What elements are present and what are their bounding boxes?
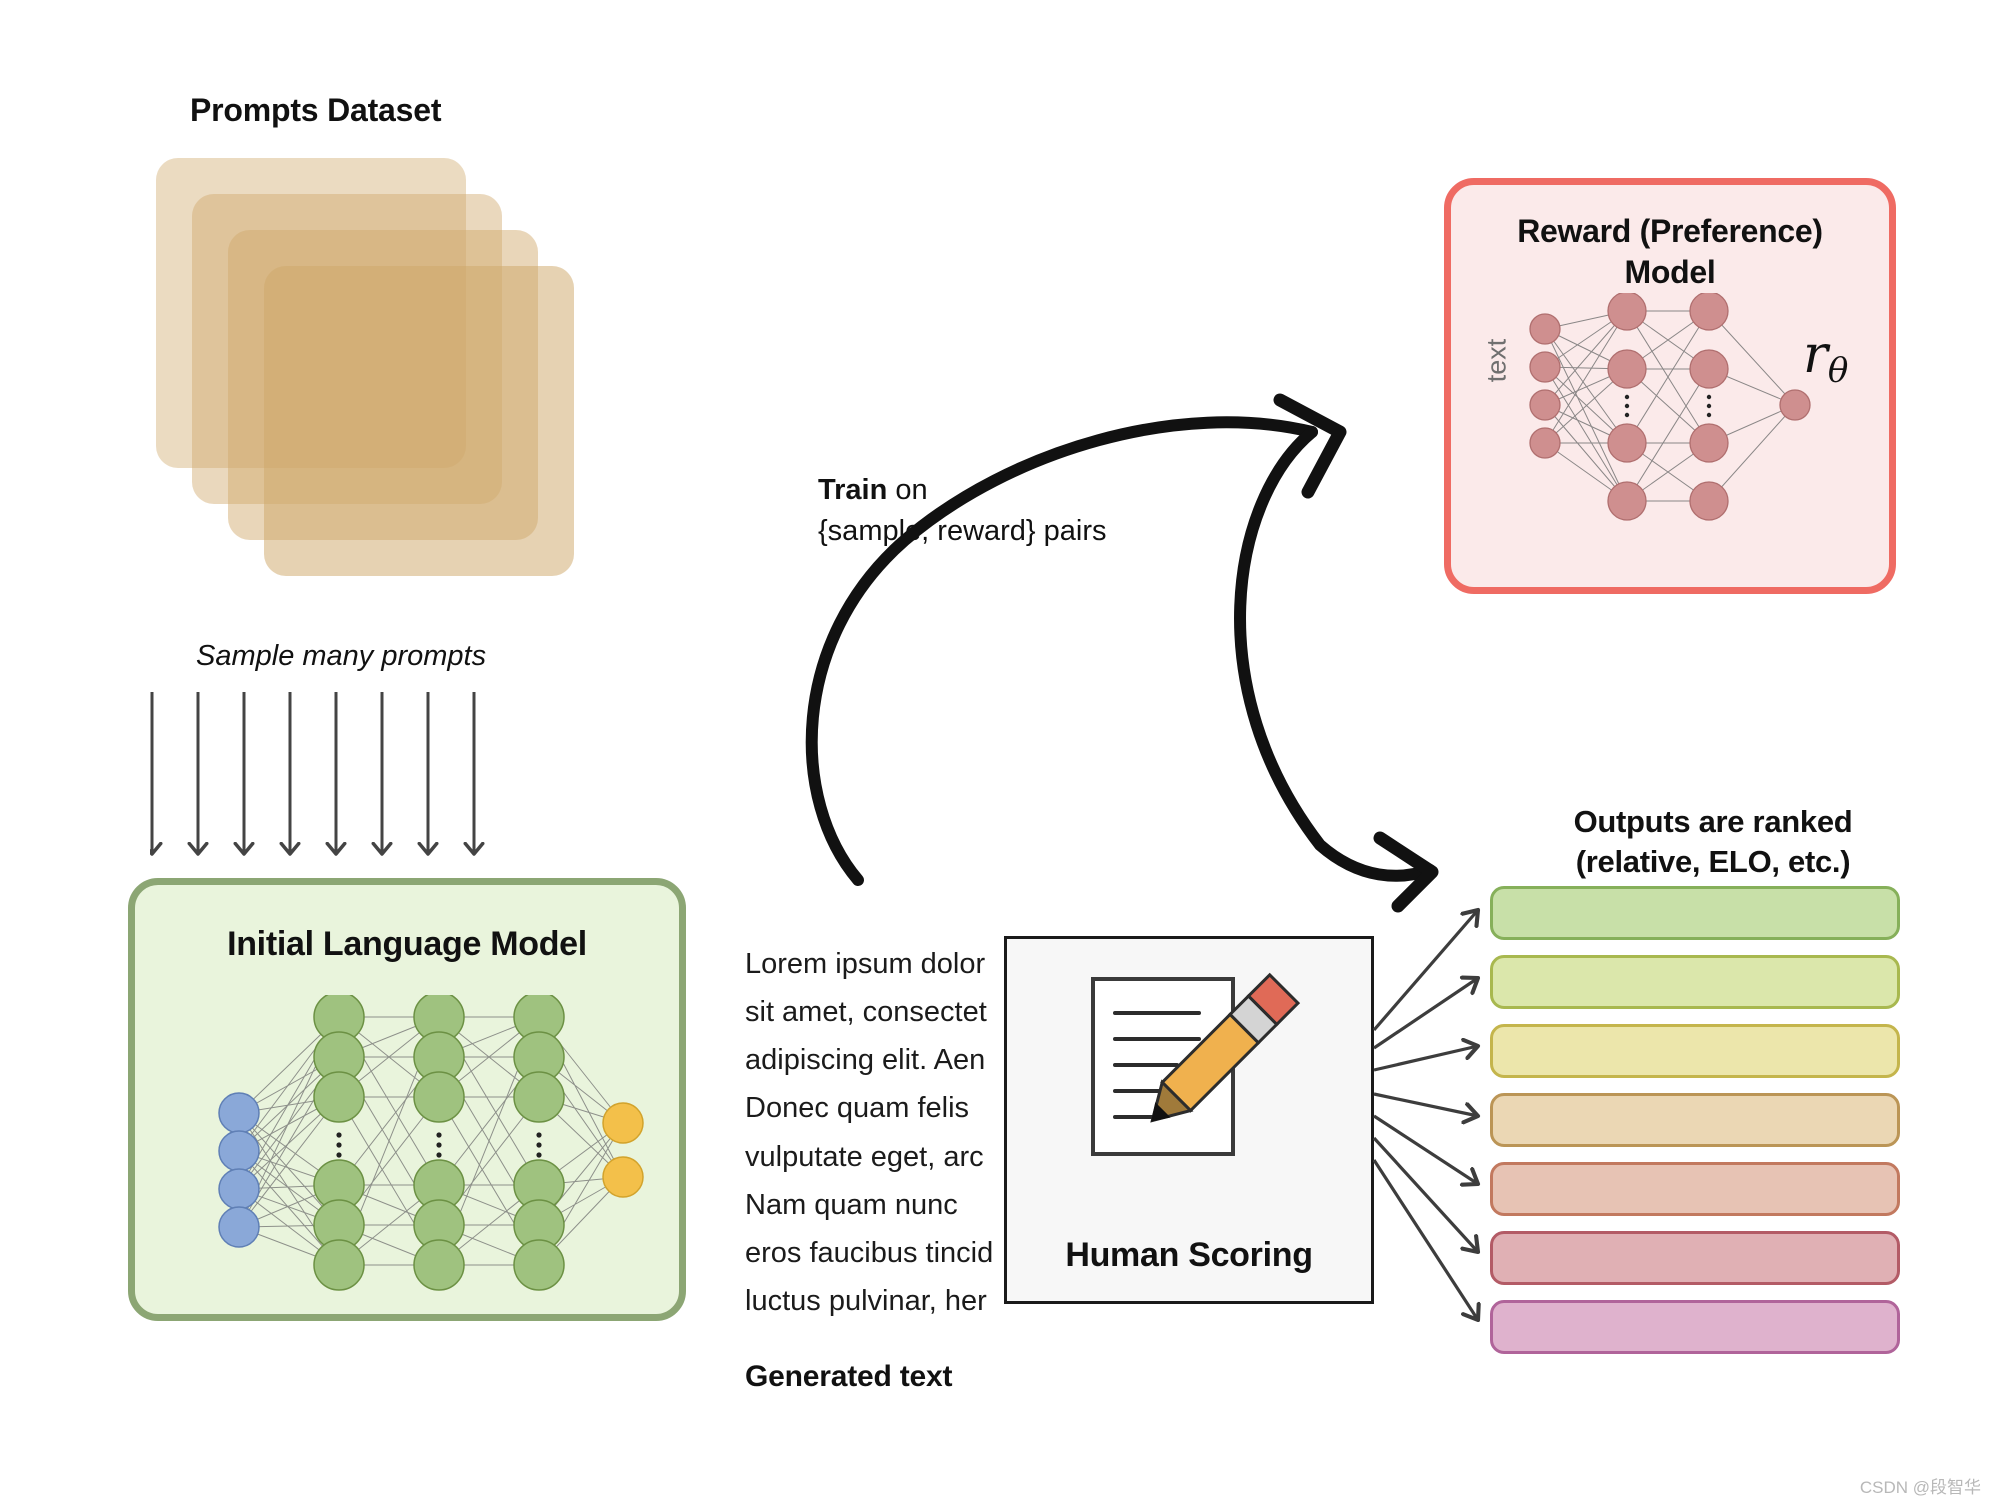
reward-hidden-node bbox=[1689, 293, 1729, 331]
hidden-layer-ellipsis bbox=[536, 1132, 542, 1138]
input-node bbox=[218, 1130, 260, 1172]
ranked-output-bar[interactable] bbox=[1490, 1024, 1900, 1078]
generated-text-label: Generated text bbox=[745, 1360, 953, 1393]
generated-text-line: Nam quam nunc bbox=[745, 1188, 958, 1221]
ranking-arrow bbox=[1372, 1136, 1478, 1252]
reward-input-node bbox=[1529, 427, 1561, 459]
reward-hidden-node bbox=[1607, 349, 1647, 389]
reward-hidden-node bbox=[1689, 349, 1729, 389]
reward-model-title-line1: Reward (Preference) bbox=[1517, 213, 1823, 249]
reward-symbol-r: r bbox=[1803, 325, 1828, 385]
reward-output-symbol: rθ bbox=[1803, 325, 1848, 391]
ranked-outputs-list bbox=[1490, 886, 1900, 1369]
hidden-node bbox=[313, 1239, 365, 1291]
hidden-layer-ellipsis bbox=[536, 1142, 542, 1148]
ranked-outputs-title-line2: (relative, ELO, etc.) bbox=[1575, 844, 1851, 880]
input-node bbox=[218, 1092, 260, 1134]
hidden-node bbox=[513, 1239, 565, 1291]
initial-language-model-box: Initial Language Model bbox=[128, 878, 686, 1321]
generated-text-line: adipiscing elit. Aen bbox=[745, 1044, 986, 1077]
hidden-layer-ellipsis bbox=[336, 1152, 342, 1158]
hidden-node bbox=[313, 1071, 365, 1123]
generated-text-line: luctus pulvinar, her bbox=[745, 1284, 987, 1317]
reward-model-title: Reward (Preference) Model bbox=[1451, 211, 1889, 293]
human-scoring-label: Human Scoring bbox=[1065, 1236, 1313, 1274]
ranking-arrow bbox=[1373, 1092, 1478, 1116]
reward-output-node bbox=[1779, 389, 1811, 421]
reward-model-network-icon bbox=[1529, 293, 1811, 521]
prompts-card-stack bbox=[140, 150, 620, 610]
output-node bbox=[602, 1156, 644, 1198]
reward-symbol-theta: θ bbox=[1827, 350, 1849, 391]
ranked-output-bar[interactable] bbox=[1490, 1162, 1900, 1216]
ranked-output-bar[interactable] bbox=[1490, 1093, 1900, 1147]
human-scoring-panel: Human Scoring bbox=[1004, 936, 1374, 1304]
hidden-layer-ellipsis bbox=[436, 1142, 442, 1148]
train-label-line1: Train on bbox=[818, 470, 1107, 511]
ranked-output-bar[interactable] bbox=[1490, 1231, 1900, 1285]
train-keyword: Train bbox=[818, 474, 888, 506]
input-node bbox=[218, 1168, 260, 1210]
hidden-layer-ellipsis bbox=[336, 1132, 342, 1138]
hidden-node bbox=[413, 1239, 465, 1291]
generated-text-line: Lorem ipsum dolor bbox=[745, 948, 986, 980]
reward-layer-ellipsis bbox=[1706, 394, 1712, 400]
ranked-outputs-title: Outputs are ranked (relative, ELO, etc.) bbox=[1528, 802, 1898, 883]
reward-hidden-node bbox=[1689, 423, 1729, 463]
generated-text-line: Donec quam felis bbox=[745, 1092, 970, 1125]
ranking-connector-arrows bbox=[1372, 880, 1510, 1340]
generated-text-line: vulputate eget, arc bbox=[745, 1140, 984, 1173]
ranking-arrow bbox=[1372, 1159, 1478, 1320]
hidden-layer-ellipsis bbox=[436, 1132, 442, 1138]
reward-input-node bbox=[1529, 351, 1561, 383]
reward-layer-ellipsis bbox=[1624, 412, 1630, 418]
reward-layer-ellipsis bbox=[1624, 394, 1630, 400]
train-label-line2: {sample, reward} pairs bbox=[818, 515, 1107, 548]
prompts-dataset-title: Prompts Dataset bbox=[190, 92, 442, 128]
reward-hidden-node bbox=[1607, 481, 1647, 521]
hidden-node bbox=[513, 1071, 565, 1123]
ranked-output-bar[interactable] bbox=[1490, 886, 1900, 940]
initial-language-model-network-icon bbox=[218, 995, 644, 1291]
generated-text-line: eros faucibus tincid bbox=[745, 1236, 994, 1269]
hidden-node bbox=[413, 1071, 465, 1123]
sample-many-prompts-caption: Sample many prompts bbox=[196, 640, 487, 672]
generated-text-line: sit amet, consectet bbox=[745, 996, 987, 1029]
ranking-arrow bbox=[1373, 1046, 1478, 1072]
reward-preference-model-box: Reward (Preference) Model text rθ bbox=[1444, 178, 1896, 594]
hidden-layer-ellipsis bbox=[436, 1152, 442, 1158]
diagram-canvas: Prompts Dataset Sample many prompts Init… bbox=[0, 0, 1999, 1510]
ranked-output-bar[interactable] bbox=[1490, 955, 1900, 1009]
sampling-arrows-group bbox=[150, 692, 485, 856]
initial-language-model-title: Initial Language Model bbox=[227, 925, 587, 963]
output-node bbox=[602, 1102, 644, 1144]
ranked-output-bar[interactable] bbox=[1490, 1300, 1900, 1354]
generated-text-block: Lorem ipsum dolor sit amet, consectet ad… bbox=[745, 940, 1025, 1325]
reward-model-title-line2: Model bbox=[1624, 253, 1716, 290]
document-with-pencil-icon bbox=[1091, 972, 1301, 1156]
reward-hidden-node bbox=[1607, 293, 1647, 331]
hidden-layer-ellipsis bbox=[536, 1152, 542, 1158]
reward-layer-ellipsis bbox=[1706, 412, 1712, 418]
input-node bbox=[218, 1206, 260, 1248]
reward-input-node bbox=[1529, 389, 1561, 421]
reward-layer-ellipsis bbox=[1706, 403, 1712, 409]
reward-hidden-node bbox=[1607, 423, 1647, 463]
ranking-arrow bbox=[1373, 1114, 1478, 1184]
train-on-word: on bbox=[887, 474, 928, 506]
hidden-layer-ellipsis bbox=[336, 1142, 342, 1148]
ranked-outputs-title-line1: Outputs are ranked bbox=[1573, 804, 1853, 839]
prompt-card bbox=[264, 266, 574, 576]
reward-model-input-label: text bbox=[1481, 338, 1512, 383]
watermark: CSDN @段智华 bbox=[1859, 1478, 1981, 1497]
reward-hidden-node bbox=[1689, 481, 1729, 521]
reward-input-node bbox=[1529, 313, 1561, 345]
reward-layer-ellipsis bbox=[1624, 403, 1630, 409]
train-on-label: Train on {sample, reward} pairs bbox=[818, 470, 1107, 552]
